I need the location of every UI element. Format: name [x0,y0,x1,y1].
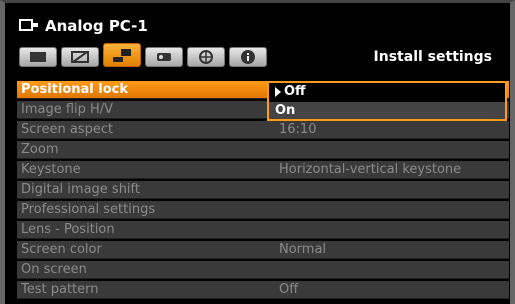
menu-item-label: On screen [21,262,87,277]
image-icon [30,52,46,62]
dropdown-option-on[interactable]: On [269,102,505,119]
menu-item-screen-color[interactable]: Screen color Normal [17,241,509,259]
system-icon [157,53,171,61]
menu-item-label: Professional settings [21,202,156,217]
menu-item-label: Digital image shift [21,182,140,197]
tab-install[interactable] [103,43,141,67]
install-icon [113,49,131,62]
dropdown-option-off[interactable]: Off [269,83,505,100]
menu-item-label: Positional lock [21,82,129,97]
positional-lock-dropdown[interactable]: Off On [267,81,507,121]
menu-item-digital-image-shift[interactable]: Digital image shift [17,181,509,199]
tab-network[interactable] [187,47,225,67]
menu-item-professional-settings[interactable]: Professional settings [17,201,509,219]
menu-item-label: Test pattern [21,282,99,297]
menu-item-test-pattern[interactable]: Test pattern Off [17,281,509,299]
tab-bar [19,43,267,67]
menu-item-value: 16:10 [279,122,317,137]
menu-item-on-screen[interactable]: On screen [17,261,509,279]
menu-item-value: Off [279,282,299,297]
projector-osd: Analog PC-1 Install settings Positional … [0,0,515,304]
info-icon [241,50,255,64]
tab-image-adjust[interactable] [61,47,99,67]
menu-item-value: Normal [279,242,327,257]
tab-info[interactable] [229,47,267,67]
menu-item-label: Keystone [21,162,81,177]
image-adjust-icon [71,51,89,63]
menu-item-zoom[interactable]: Zoom [17,141,509,159]
menu-item-label: Screen color [21,242,102,257]
selection-arrow-icon [275,86,281,97]
menu-item-label: Image flip H/V [21,102,114,117]
analog-pc-icon [19,18,39,34]
option-label: Off [284,84,306,99]
menu-item-lens-position[interactable]: Lens - Position [17,221,509,239]
menu-item-screen-aspect[interactable]: Screen aspect 16:10 [17,121,509,139]
menu-item-value: Horizontal-vertical keystone [279,162,462,177]
menu-item-label: Screen aspect [21,122,114,137]
source-title: Analog PC-1 [45,17,148,35]
menu-item-keystone[interactable]: Keystone Horizontal-vertical keystone [17,161,509,179]
option-label: On [275,103,296,118]
tab-image[interactable] [19,47,57,67]
menu-item-label: Lens - Position [21,222,115,237]
tab-title: Install settings [373,49,492,65]
tab-system[interactable] [145,47,183,67]
network-icon [199,50,213,64]
header: Analog PC-1 [19,13,148,39]
menu-item-label: Zoom [21,142,59,157]
